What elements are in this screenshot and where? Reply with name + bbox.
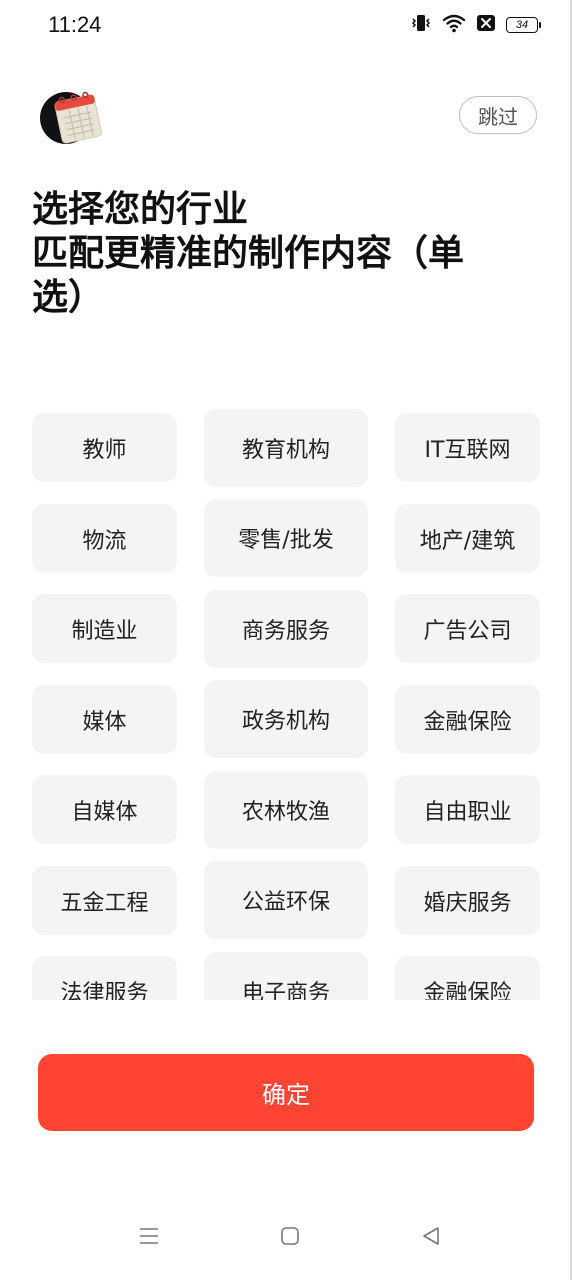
industry-option-wedding-services[interactable]: 婚庆服务 [395, 866, 540, 935]
back-triangle-icon[interactable] [416, 1221, 446, 1251]
industry-option-media[interactable]: 媒体 [32, 685, 177, 754]
industry-option-finance-insurance[interactable]: 金融保险 [395, 685, 540, 754]
menu-icon[interactable] [134, 1221, 164, 1251]
industry-option-manufacturing[interactable]: 制造业 [32, 594, 177, 663]
industry-option-e-commerce[interactable]: 电子商务 [204, 952, 368, 1000]
industry-option-retail-wholesale[interactable]: 零售/批发 [204, 499, 368, 577]
industry-option-teacher[interactable]: 教师 [32, 413, 177, 482]
industry-option-agriculture[interactable]: 农林牧渔 [204, 771, 368, 849]
industry-option-public-welfare[interactable]: 公益环保 [204, 861, 368, 939]
industry-option-advertising[interactable]: 广告公司 [395, 594, 540, 663]
industry-option-finance-insurance-2[interactable]: 金融保险 [395, 956, 540, 1000]
industry-option-real-estate[interactable]: 地产/建筑 [395, 504, 540, 573]
system-nav-bar [0, 1215, 572, 1260]
industry-option-legal-services[interactable]: 法律服务 [32, 956, 177, 1000]
industry-option-education-org[interactable]: 教育机构 [204, 409, 368, 487]
confirm-button[interactable]: 确定 [38, 1054, 534, 1131]
industry-option-freelance[interactable]: 自由职业 [395, 775, 540, 844]
industry-grid: 教师 教育机构 IT互联网 物流 零售/批发 地产/建筑 制造业 商务服务 广告… [0, 0, 572, 1000]
industry-option-hardware-engineering[interactable]: 五金工程 [32, 866, 177, 935]
industry-option-self-media[interactable]: 自媒体 [32, 775, 177, 844]
home-square-icon[interactable] [275, 1221, 305, 1251]
industry-option-it-internet[interactable]: IT互联网 [395, 413, 540, 482]
industry-option-logistics[interactable]: 物流 [32, 504, 177, 573]
industry-option-government[interactable]: 政务机构 [204, 680, 368, 758]
industry-option-business-services[interactable]: 商务服务 [204, 590, 368, 668]
